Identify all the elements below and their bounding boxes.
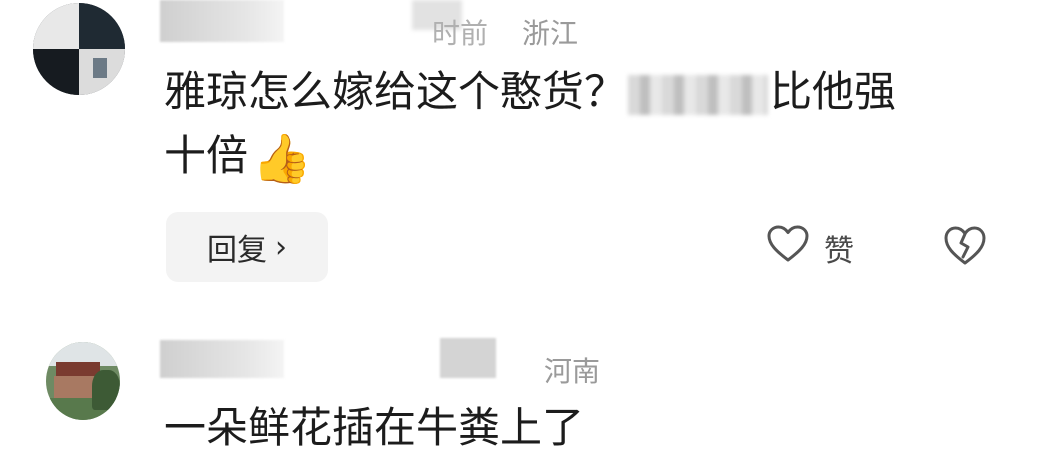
- thumbs-up-emoji: 👍: [252, 130, 312, 187]
- blurred-username[interactable]: [160, 340, 284, 378]
- comment-text-start: 雅琼怎么嫁给这个憨货？: [164, 67, 627, 116]
- reply-button[interactable]: 回复 ›: [166, 212, 328, 282]
- mosaic-redaction: [628, 74, 769, 115]
- chevron-right-icon: ›: [275, 229, 287, 265]
- reply-label: 回复: [207, 233, 267, 268]
- avatar[interactable]: [46, 342, 120, 420]
- like-label: 赞: [824, 234, 854, 269]
- blurred-username[interactable]: [160, 0, 284, 42]
- blurred-time: [440, 338, 496, 378]
- comment-text-line: 雅琼怎么嫁给这个憨货？ 比他强: [164, 62, 896, 122]
- comment-item: 时前 浙江 雅琼怎么嫁给这个憨货？ 比他强 十倍👍 回复 › 赞: [0, 0, 1041, 300]
- comment-region: 浙江: [522, 17, 579, 50]
- comment-text: 一朵鲜花插在牛粪上了: [164, 403, 585, 452]
- broken-heart-icon: [942, 226, 988, 272]
- comment-region: 河南: [544, 355, 601, 388]
- comment-text-line: 十倍👍: [164, 126, 312, 189]
- dislike-button[interactable]: [942, 224, 988, 268]
- comment-item: 河南 一朵鲜花插在牛粪上了: [0, 320, 1041, 461]
- comment-text-end: 比他强: [770, 67, 897, 116]
- like-button[interactable]: 赞: [766, 224, 854, 272]
- comment-text-continued: 十倍: [164, 131, 249, 180]
- comment-time: 时前: [432, 17, 489, 50]
- heart-outline-icon: [766, 224, 810, 272]
- avatar[interactable]: [33, 3, 125, 95]
